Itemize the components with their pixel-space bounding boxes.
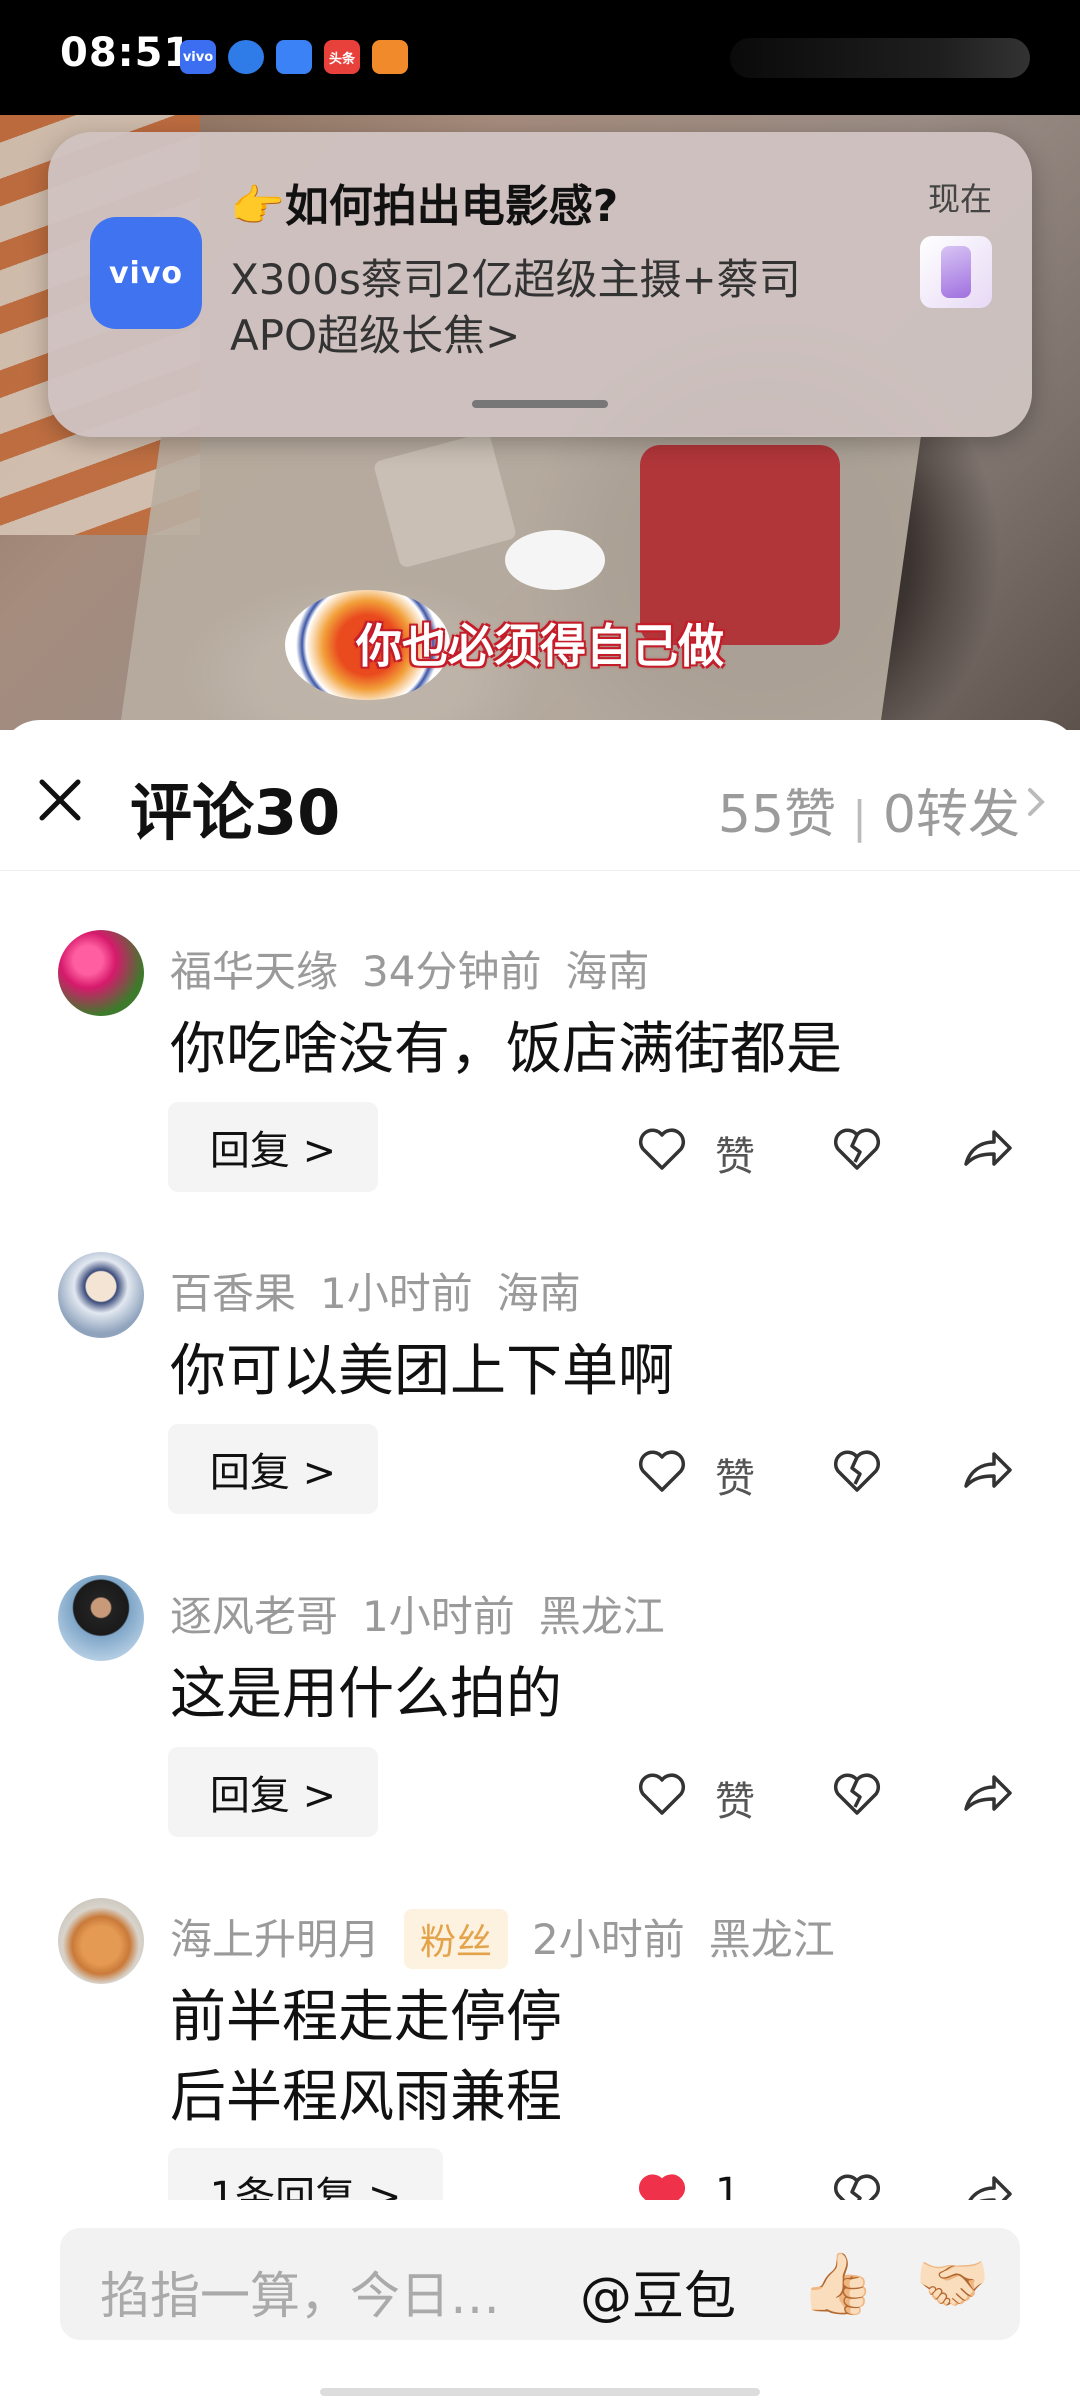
comments-sheet: 评论30 55赞 | 0转发 福华天缘 34分钟前 海南 你吃啥没有，饭店满街都是 回复…	[0, 720, 1080, 2400]
comment-text: 你吃啥没有，饭店满街都是	[170, 1017, 842, 1082]
phone-icon	[941, 246, 971, 298]
comment-actions: 赞	[630, 1424, 1030, 1514]
tencent-video-icon	[276, 40, 312, 74]
comments-title: 评论30	[130, 776, 341, 849]
comment-meta: 逐风老哥 1小时前 黑龙江	[170, 1583, 689, 1644]
dislike-broken-heart-icon[interactable]	[830, 1767, 884, 1821]
avatar[interactable]	[58, 1575, 144, 1661]
handshake-emoji-icon[interactable]: 🤝🏻	[915, 2248, 990, 2319]
notification-time: 现在	[927, 180, 992, 218]
comment-location: 海南	[496, 1269, 581, 1318]
comment-author[interactable]: 福华天缘	[170, 947, 338, 996]
notification-drag-handle[interactable]	[472, 400, 608, 408]
comment-author[interactable]: 逐风老哥	[170, 1592, 338, 1641]
share-arrow-icon[interactable]	[960, 1767, 1014, 1821]
video-subtitle: 你也必须得自己做	[356, 619, 724, 673]
comment-location: 黑龙江	[708, 1915, 835, 1964]
notification-body: X300s蔡司2亿超级主摄+蔡司APO超级长焦>	[230, 255, 801, 360]
avatar[interactable]	[58, 1252, 144, 1338]
status-time: 08:51	[60, 30, 193, 76]
vivo-app-icon: vivo	[180, 40, 216, 74]
stats-separator: |	[852, 792, 867, 843]
like-label[interactable]: 赞	[715, 1769, 755, 1827]
comment-time: 2小时前	[532, 1915, 685, 1964]
notification-banner[interactable]: vivo 👉如何拍出电影感? X300s蔡司2亿超级主摄+蔡司APO超级长焦> …	[48, 132, 1032, 437]
share-arrow-icon[interactable]	[960, 1122, 1014, 1176]
home-indicator[interactable]	[320, 2388, 760, 2396]
status-right-icons	[730, 38, 1030, 78]
share-arrow-icon[interactable]	[960, 1444, 1014, 1498]
like-label[interactable]: 赞	[715, 1124, 755, 1182]
comment-text: 这是用什么拍的	[170, 1662, 562, 1727]
like-label[interactable]: 赞	[715, 1446, 755, 1504]
status-bar: 08:51 vivo 头条	[0, 0, 1080, 115]
like-heart-icon[interactable]	[635, 1122, 689, 1176]
comment-text-line: 后半程风雨兼程	[170, 2065, 562, 2130]
comment-actions: 赞	[630, 1747, 1030, 1837]
notification-phone-thumbnail	[920, 236, 992, 308]
comment-meta: 百香果 1小时前 海南	[170, 1260, 605, 1321]
comment-text-line: 前半程走走停停	[170, 1985, 562, 2050]
reply-button[interactable]: 回复 >	[168, 1102, 378, 1192]
mention-doubao-button[interactable]: @豆包	[580, 2254, 736, 2329]
comments-header: 评论30 55赞 | 0转发	[0, 720, 1080, 871]
notification-title: 👉如何拍出电影感?	[230, 181, 619, 232]
avatar[interactable]	[58, 1898, 144, 1984]
comment-time: 34分钟前	[362, 947, 542, 996]
fan-badge: 粉丝	[404, 1909, 509, 1969]
comment-meta: 海上升明月 粉丝 2小时前 黑龙江	[170, 1906, 859, 1969]
comment-time: 1小时前	[362, 1592, 515, 1641]
toutiao-icon: 头条	[324, 40, 360, 74]
dislike-broken-heart-icon[interactable]	[830, 1444, 884, 1498]
comment-location: 海南	[565, 947, 650, 996]
comment-text: 前半程走走停停 后半程风雨兼程	[170, 1978, 562, 2138]
like-heart-icon[interactable]	[635, 1444, 689, 1498]
comment-location: 黑龙江	[538, 1592, 665, 1641]
likes-count: 55赞	[717, 785, 837, 845]
comment-text: 你可以美团上下单啊	[170, 1339, 674, 1404]
browser-icon	[228, 40, 264, 74]
input-placeholder: 掐指一算，今日…	[100, 2267, 500, 2325]
xiaohongshu-icon	[372, 40, 408, 74]
reply-button[interactable]: 回复 >	[168, 1424, 378, 1514]
status-app-icons: vivo 头条	[180, 40, 408, 74]
chevron-right-icon[interactable]	[1016, 778, 1056, 826]
dislike-broken-heart-icon[interactable]	[830, 1122, 884, 1176]
like-heart-icon[interactable]	[635, 1767, 689, 1821]
close-icon[interactable]	[32, 772, 88, 828]
comment-meta: 福华天缘 34分钟前 海南	[170, 938, 673, 999]
comments-stats[interactable]: 55赞 | 0转发	[718, 772, 1020, 847]
reposts-count: 0转发	[882, 785, 1020, 845]
comment-time: 1小时前	[320, 1269, 473, 1318]
thumbs-up-emoji-icon[interactable]: 👍🏻	[800, 2248, 875, 2319]
avatar[interactable]	[58, 930, 144, 1016]
comment-author[interactable]: 海上升明月	[170, 1915, 380, 1964]
vivo-logo-icon: vivo	[90, 217, 202, 329]
video-bowl-scene	[505, 530, 605, 590]
comment-author[interactable]: 百香果	[170, 1269, 296, 1318]
reply-button[interactable]: 回复 >	[168, 1747, 378, 1837]
comment-actions: 赞	[630, 1102, 1030, 1192]
comment-input[interactable]: 掐指一算，今日… @豆包 👍🏻 🤝🏻	[60, 2228, 1020, 2340]
